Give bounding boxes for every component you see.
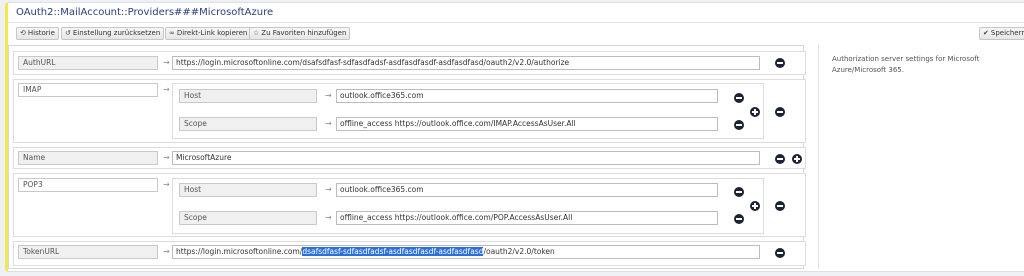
pop3-host-value[interactable]: outlook.office365.com <box>336 183 718 197</box>
remove-pop3-scope-button[interactable] <box>734 214 744 224</box>
add-pop3-entry-button[interactable] <box>750 201 760 211</box>
imap-host-value[interactable]: outlook.office365.com <box>336 89 718 103</box>
pop3-scope-key[interactable]: Scope <box>179 211 317 225</box>
token-url-suffix: /oauth2/v2.0/token <box>483 247 555 256</box>
auth-url-key[interactable]: AuthURL <box>18 56 158 70</box>
check-icon: ✔ <box>983 29 989 37</box>
token-url-value[interactable]: https://login.microsoftonline.com/dsafsd… <box>172 245 760 259</box>
name-value[interactable]: MicrosoftAzure <box>172 151 760 165</box>
name-key[interactable]: Name <box>18 151 158 165</box>
history-icon: ⟲ <box>20 29 26 37</box>
arrow-right-icon: → <box>325 185 332 194</box>
divider <box>818 45 819 269</box>
remove-name-button[interactable] <box>775 154 785 164</box>
remove-pop3-host-button[interactable] <box>734 187 744 197</box>
pop3-key[interactable]: POP3 <box>18 178 158 192</box>
arrow-right-icon: → <box>163 180 170 189</box>
add-imap-entry-button[interactable] <box>750 107 760 117</box>
save-label: Speichern <box>990 29 1024 37</box>
page-title: OAuth2::MailAccount::Providers###Microso… <box>16 7 274 18</box>
favorite-label: Zu Favoriten hinzufügen <box>261 29 347 37</box>
reset-label: Einstellung zurücksetzen <box>72 29 161 37</box>
reset-button[interactable]: ↺ Einstellung zurücksetzen <box>61 27 165 40</box>
auth-url-value[interactable]: https://login.microsoftonline.com/dsafsd… <box>172 56 760 70</box>
arrow-right-icon: → <box>163 85 170 94</box>
arrow-right-icon: → <box>163 153 170 162</box>
imap-scope-value[interactable]: offline_access https://outlook.office.co… <box>336 117 718 131</box>
imap-scope-key[interactable]: Scope <box>179 117 317 131</box>
remove-imap-host-button[interactable] <box>734 93 744 103</box>
token-url-selection: dsafsdfasf-sdfasdfadsf-asdfasdfasdf-asdf… <box>302 247 484 256</box>
token-url-prefix: https://login.microsoftonline.com/ <box>176 247 303 256</box>
favorite-button[interactable]: ☆ Zu Favoriten hinzufügen <box>249 27 351 40</box>
arrow-right-icon: → <box>325 119 332 128</box>
save-button[interactable]: ✔ Speichern <box>979 27 1024 40</box>
copy-link-label: Direkt-Link kopieren <box>176 29 248 37</box>
reset-icon: ↺ <box>65 29 71 37</box>
token-url-key[interactable]: TokenURL <box>18 245 158 259</box>
arrow-right-icon: → <box>163 247 170 256</box>
remove-imap-button[interactable] <box>775 107 785 117</box>
pop3-scope-value[interactable]: offline_access https://outlook.office.co… <box>336 211 718 225</box>
link-icon: ∞ <box>169 29 175 37</box>
add-setting-button[interactable] <box>792 154 802 164</box>
imap-key[interactable]: IMAP <box>18 83 158 97</box>
arrow-right-icon: → <box>325 213 332 222</box>
star-icon: ☆ <box>253 29 260 37</box>
remove-token-url-button[interactable] <box>775 248 785 258</box>
imap-host-key[interactable]: Host <box>179 89 317 103</box>
divider <box>8 22 1024 23</box>
pop3-host-key[interactable]: Host <box>179 183 317 197</box>
remove-imap-scope-button[interactable] <box>734 120 744 130</box>
help-text: Authorization server settings for Micros… <box>832 55 980 74</box>
remove-pop3-button[interactable] <box>775 201 785 211</box>
remove-auth-url-button[interactable] <box>775 58 785 68</box>
history-label: Historie <box>27 29 55 37</box>
arrow-right-icon: → <box>325 91 332 100</box>
arrow-right-icon: → <box>163 58 170 67</box>
history-button[interactable]: ⟲ Historie <box>16 27 59 40</box>
copy-link-button[interactable]: ∞ Direkt-Link kopieren <box>165 27 252 40</box>
